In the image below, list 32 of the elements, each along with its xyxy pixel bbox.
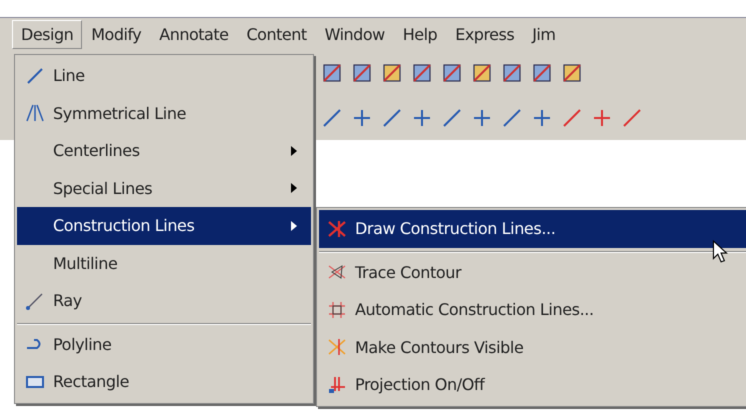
projection-icon <box>327 374 347 395</box>
menu-item[interactable]: Centerlines <box>17 132 311 170</box>
submenu-arrow-icon <box>291 146 297 156</box>
menu-item[interactable]: Special Lines <box>17 170 311 207</box>
submenu-arrow-icon <box>291 220 297 231</box>
menu-item[interactable]: Polyline <box>17 326 311 363</box>
menu-bar-item[interactable]: Annotate <box>150 20 238 48</box>
menu-bar-item[interactable]: Design <box>12 20 82 48</box>
menu-bar-item[interactable]: Content <box>237 20 316 48</box>
menu-item[interactable]: Automatic Construction Lines... <box>319 291 746 328</box>
menu-item[interactable]: Rectangle <box>17 363 311 400</box>
symmetric-line-icon <box>25 103 45 124</box>
menu-bar-item[interactable]: Express <box>446 20 524 48</box>
menu-item[interactable]: Construction Lines <box>17 207 311 244</box>
grid-lines-icon <box>327 300 347 320</box>
mouse-pointer-icon <box>712 240 728 264</box>
menu-item[interactable]: Make Contours Visible <box>319 328 746 366</box>
menu-bar-item[interactable]: Jim <box>523 20 564 48</box>
menu-item[interactable]: Multiline <box>17 244 311 282</box>
menu-item[interactable]: Trace Contour <box>319 254 746 291</box>
submenu-arrow-icon <box>291 183 297 194</box>
menu-bar-item[interactable]: Window <box>316 20 394 48</box>
construction-lines-icon <box>327 218 347 239</box>
ray-icon <box>25 290 45 311</box>
construction-lines-icon <box>327 337 347 358</box>
menu-bar-item[interactable]: Modify <box>82 20 150 48</box>
menu-item[interactable]: Symmetrical Line <box>17 94 311 132</box>
menu-bar-item[interactable]: Help <box>394 20 446 48</box>
menu-item[interactable]: Projection On/Off <box>319 366 746 404</box>
menu-item[interactable]: Draw Construction Lines... <box>319 210 746 254</box>
menu-item[interactable]: Line <box>17 57 311 94</box>
line-icon <box>25 66 45 86</box>
